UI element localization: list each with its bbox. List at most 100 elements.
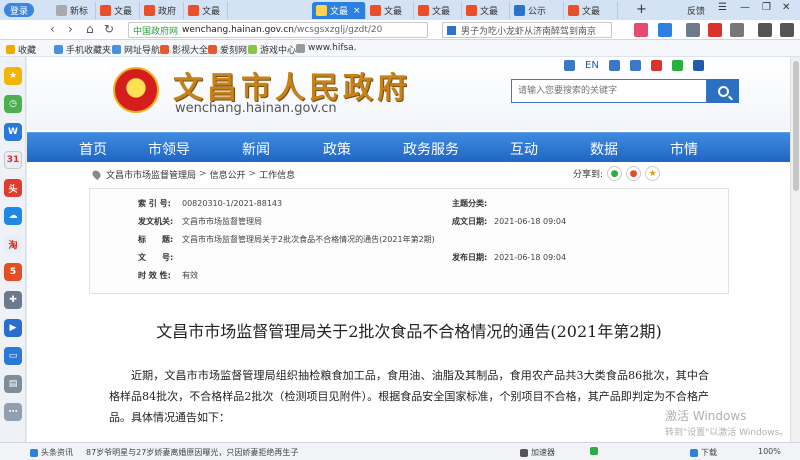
favorite-share-icon[interactable]: ★ (645, 166, 661, 181)
tab-6[interactable]: 文最 (366, 2, 414, 19)
taobao-icon[interactable]: 淘 (4, 235, 22, 253)
monitor-icon[interactable]: ▭ (4, 347, 22, 365)
accelerator-button[interactable]: 加速器 (520, 447, 555, 458)
fav-mobile[interactable]: 手机收藏夹 (54, 43, 111, 56)
nav-policy[interactable]: 政策 (323, 139, 351, 159)
nav-home[interactable]: 首页 (79, 139, 107, 159)
translate-icon[interactable] (658, 23, 672, 37)
tab-favicon (188, 5, 199, 16)
calendar-icon[interactable]: 31 (4, 151, 22, 169)
breadcrumb-item[interactable]: 信息公开 (210, 168, 246, 181)
favorites-bar: 收藏 手机收藏夹 网址导航 影视大全 爱刻网 游戏中心 www.hifsa. (0, 40, 800, 57)
browser-doctor-icon[interactable] (590, 447, 601, 455)
wechat-icon[interactable] (671, 60, 683, 71)
zoom-level[interactable]: 100% (758, 447, 781, 456)
tab-bar: 登录 新标 文最 政府 文最 文最 × 文最 文最 文最 公示 文最 + 反馈 ☰… (0, 0, 800, 20)
nav-services[interactable]: 政务服务 (403, 139, 459, 159)
history-clock-icon[interactable]: ◷ (4, 95, 22, 113)
meta-key: 时 效 性: (138, 270, 171, 280)
new-tab-plus-icon[interactable]: + (636, 2, 647, 17)
video-player-icon[interactable]: ▶ (4, 319, 22, 337)
tab-1[interactable]: 新标 (52, 2, 96, 19)
window-close-icon[interactable]: ✕ (782, 2, 790, 13)
search-suggestion-box[interactable]: 男子为吃小龙虾从济南醉驾到南京 (442, 22, 612, 38)
settings-menu-icon[interactable] (780, 23, 794, 37)
news-label[interactable]: 头条资讯 (30, 447, 73, 458)
close-icon[interactable]: × (353, 6, 361, 16)
phone-icon (54, 45, 63, 54)
reload-icon[interactable]: ↻ (104, 22, 114, 36)
fav-game[interactable]: 游戏中心 (248, 43, 296, 56)
apps-grid-icon[interactable] (686, 23, 700, 37)
nav-interaction[interactable]: 互动 (510, 139, 538, 159)
breadcrumb-item[interactable]: 文昌市市场监督管理局 (106, 168, 196, 181)
fav-hifsa[interactable]: www.hifsa. (296, 43, 357, 53)
weather-cloud-icon[interactable]: ☁ (4, 207, 22, 225)
download-button[interactable]: 下载 (690, 447, 717, 458)
tab-10[interactable]: 文最 (564, 2, 618, 19)
scrollbar-thumb[interactable] (793, 61, 799, 191)
new-badge-icon[interactable] (708, 23, 722, 37)
news-ticker[interactable]: 87岁爷明星与27岁娇妻离婚原因曝光，只因娇妻拒绝再生子 (86, 447, 298, 458)
tab-8[interactable]: 文最 (462, 2, 510, 19)
tab-4[interactable]: 文最 (184, 2, 228, 19)
download-icon[interactable] (758, 23, 772, 37)
minimize-icon[interactable]: — (740, 2, 750, 13)
site-search-input[interactable] (511, 79, 707, 103)
nav-leaders[interactable]: 市领导 (148, 139, 190, 159)
url-input[interactable]: 中国政府网 wenchang.hainan.gov.cn /wcsgsxzglj… (128, 22, 428, 38)
gov-badge: 中国政府网 (133, 26, 179, 37)
accessibility-icon[interactable] (564, 60, 575, 71)
home-icon[interactable]: ⌂ (86, 22, 94, 36)
feedback-link[interactable]: 反馈 (687, 4, 705, 17)
meta-row: 标 题: 文昌市市场监督管理局关于2批次食品不合格情况的通告(2021年第2期) (90, 231, 730, 247)
favorites-star-item[interactable]: 收藏 (6, 43, 36, 56)
tab-label: 文最 (480, 7, 499, 17)
tab-9[interactable]: 公示 (510, 2, 564, 19)
maximize-icon[interactable]: ❐ (762, 2, 771, 13)
game-5118-icon[interactable]: 5 (4, 263, 22, 281)
nav-city-info[interactable]: 市情 (670, 139, 698, 159)
login-button[interactable]: 登录 (4, 3, 34, 17)
mobile-icon[interactable] (608, 60, 620, 71)
site-search-button[interactable] (707, 79, 739, 103)
scissors-icon[interactable] (730, 23, 744, 37)
share-label: 分享到: (573, 170, 604, 180)
tab-3[interactable]: 政府 (140, 2, 184, 19)
weibo-share-icon[interactable]: ● (626, 166, 642, 181)
headline-news-icon[interactable]: 头 (4, 179, 22, 197)
page-scrollbar[interactable] (790, 57, 800, 442)
fav-video[interactable]: 影视大全 (160, 43, 208, 56)
person-icon[interactable] (692, 60, 704, 71)
bookmark-icon[interactable] (629, 60, 641, 71)
notes-icon[interactable]: ▤ (4, 375, 22, 393)
menu-icon[interactable]: ☰ (718, 2, 727, 13)
back-icon[interactable]: ‹ (50, 22, 55, 36)
breadcrumb-item[interactable]: 工作信息 (259, 168, 295, 181)
tab-label: 文最 (202, 7, 221, 17)
tab-active[interactable]: 文最 × (312, 2, 366, 19)
fav-aikan[interactable]: 爱刻网 (208, 43, 247, 56)
nav-news[interactable]: 新闻 (242, 139, 270, 159)
favorites-star-icon[interactable]: ★ (4, 67, 22, 85)
word-doc-icon[interactable]: W (4, 123, 22, 141)
tab-favicon (100, 5, 111, 16)
meta-row: 索 引 号: 00820310-1/2021-88143 主题分类: (90, 195, 730, 211)
article-container: 文昌市市场监督管理局 > 信息公开 > 工作信息 分享到: ● ● ★ 索 引 … (89, 164, 729, 442)
sidebar-more-icon[interactable]: ⋯ (4, 403, 22, 421)
weibo-icon[interactable] (650, 60, 662, 71)
nav-data[interactable]: 数据 (590, 139, 618, 159)
breadcrumb-separator: > (248, 169, 257, 179)
fav-nav[interactable]: 网址导航 (112, 43, 160, 56)
tab-2[interactable]: 文最 (96, 2, 140, 19)
windows-activation-watermark: 激活 Windows 转到"设置"以激活 Windows。 (665, 407, 788, 438)
tab-7[interactable]: 文最 (414, 2, 462, 19)
english-link[interactable]: EN (585, 60, 599, 71)
extension-icon[interactable] (634, 23, 648, 37)
tab-favicon (370, 5, 381, 16)
gamepad-icon[interactable]: ✚ (4, 291, 22, 309)
forward-icon[interactable]: › (68, 22, 73, 36)
wechat-share-icon[interactable]: ● (607, 166, 623, 181)
status-text: 87岁爷明星与27岁娇妻离婚原因曝光，只因娇妻拒绝再生子 (86, 448, 299, 457)
tab-favicon (56, 5, 67, 16)
